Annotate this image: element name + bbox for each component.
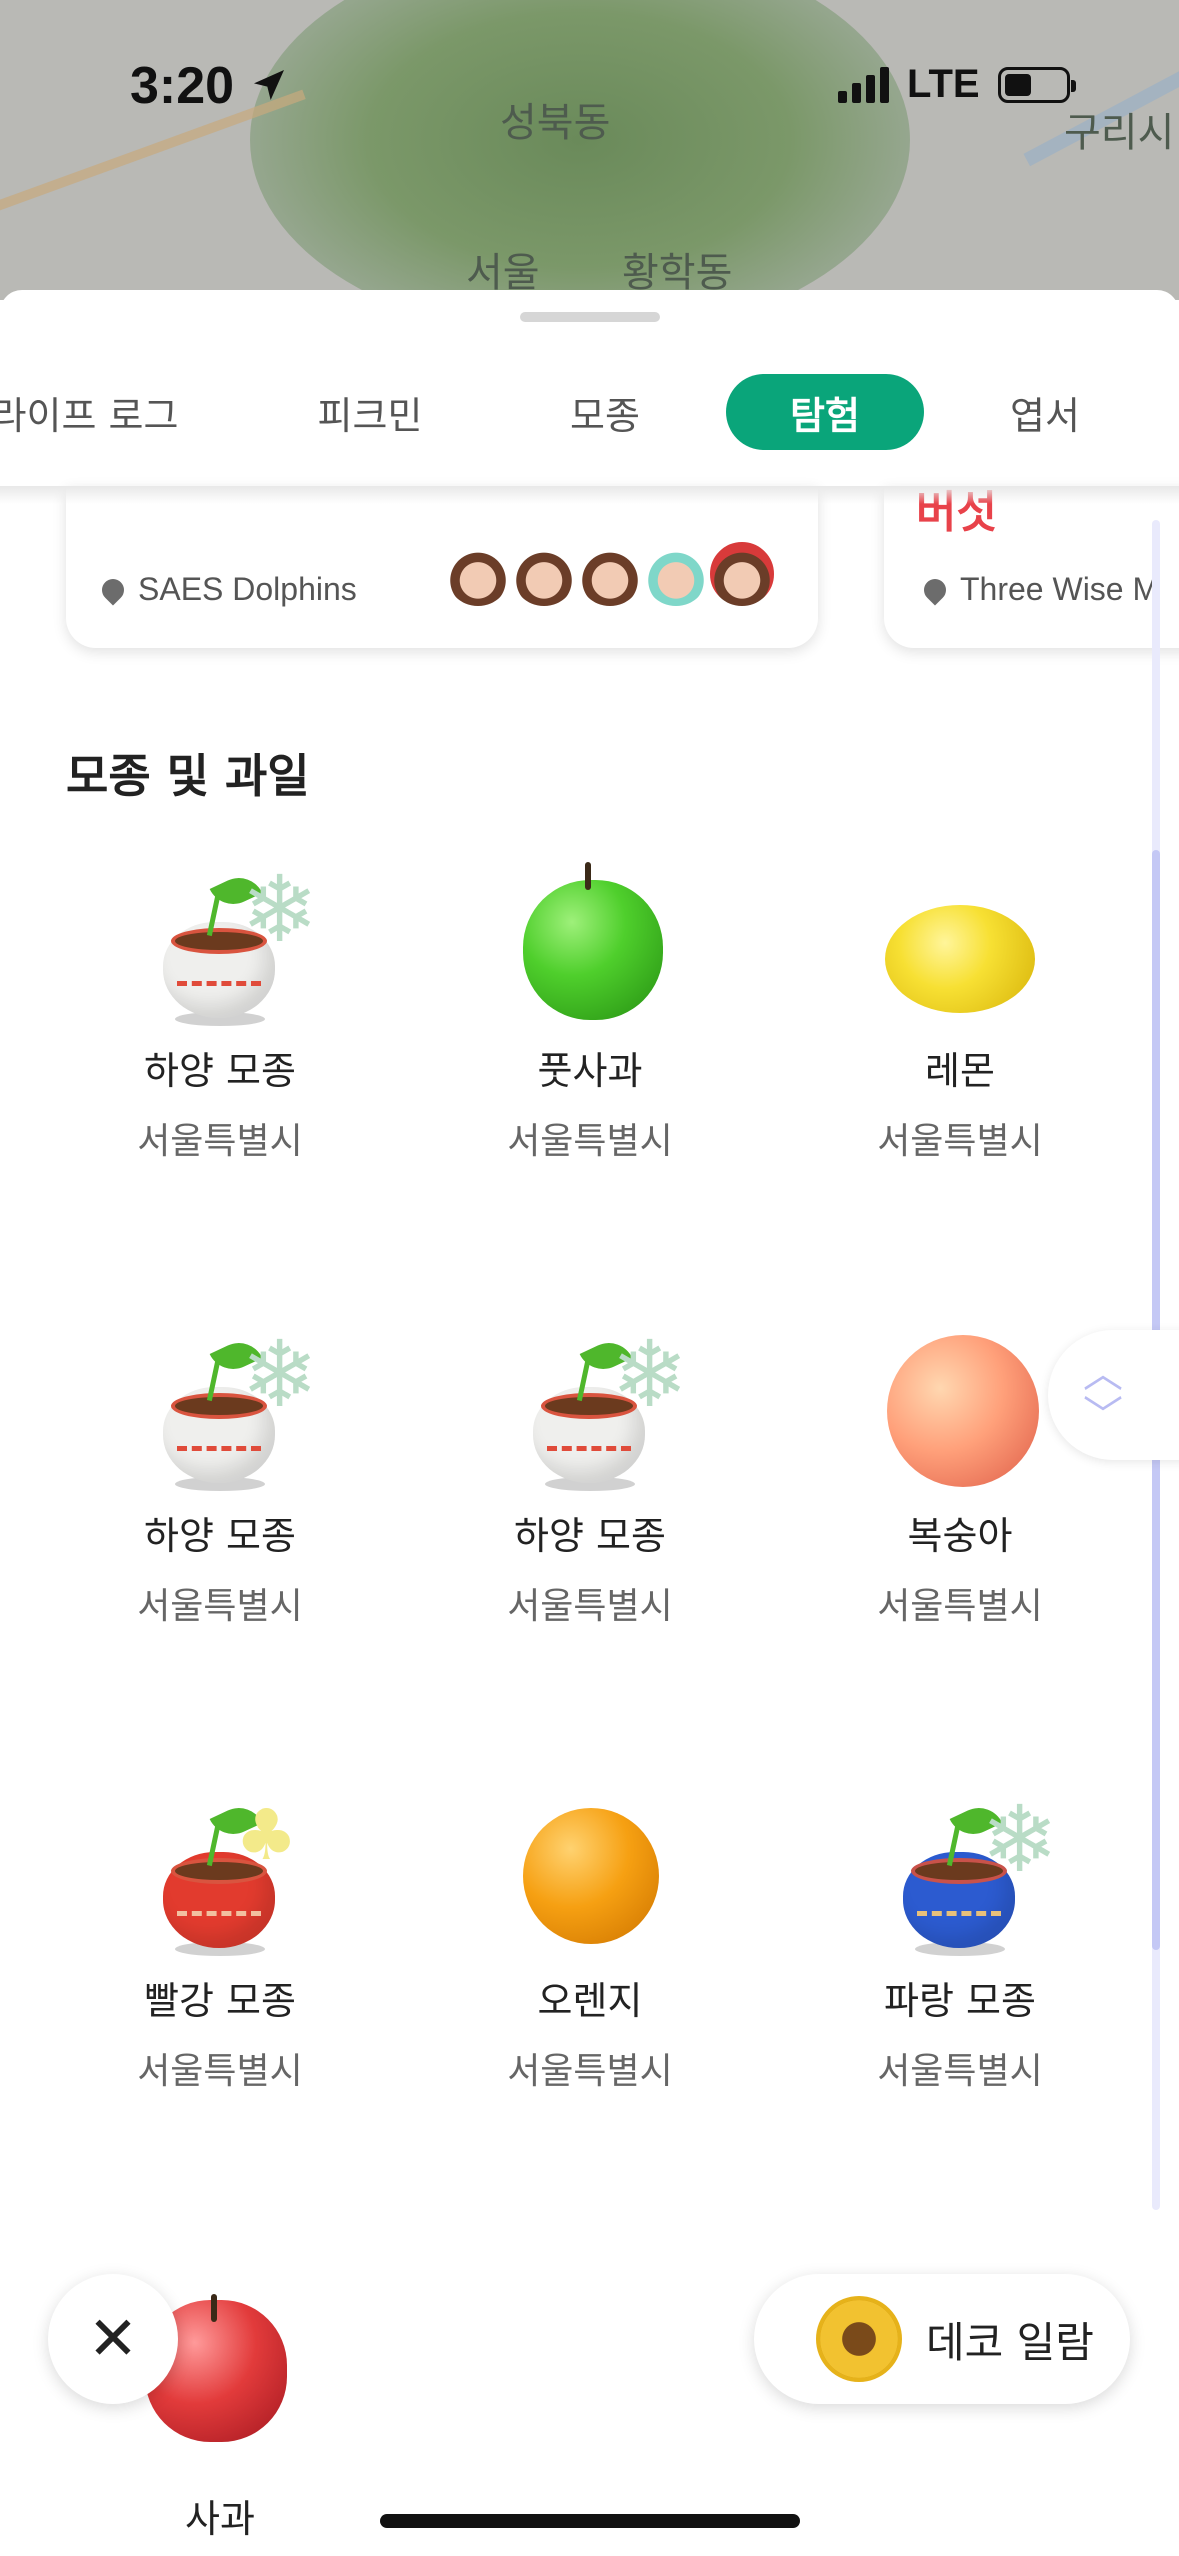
scroll-up-down-control[interactable]: ︿ ﹀ <box>1048 1330 1179 1460</box>
deco-list-button[interactable]: 데코 일람 <box>754 2274 1130 2404</box>
item-name: 복숭아 <box>907 1514 1013 1558</box>
map-label-seongbuk: 성북동 <box>500 100 611 146</box>
white-seedling-icon: ❄ <box>145 864 318 1026</box>
deco-list-label: 데코 일람 <box>926 2317 1094 2367</box>
snowflake-icon: ❄ <box>241 856 319 963</box>
red-seedling-icon: ♣ <box>145 1794 298 1956</box>
white-seedling-icon: ❄ <box>515 1329 688 1491</box>
carrier-label: LTE <box>907 62 980 106</box>
tab-bar-shadow <box>0 486 1179 504</box>
map-view[interactable]: 성북동 서울 황학동 구리시 3:20 LTE <box>0 0 1179 300</box>
tab-seedlings[interactable]: 모종 <box>540 374 670 450</box>
item-name: 하양 모종 <box>144 1514 296 1558</box>
avatar <box>574 538 646 610</box>
avatar <box>442 538 514 610</box>
tab-explore[interactable]: 탐험 <box>726 374 924 450</box>
tree-icon: ♣ <box>235 1794 298 1876</box>
location-pin-icon <box>97 573 129 606</box>
participant-avatars <box>442 538 778 610</box>
item-location: 서울특별시 <box>137 1121 303 1162</box>
tab-pikmin[interactable]: 피크민 <box>290 374 450 450</box>
item-location: 서울특별시 <box>507 1121 673 1162</box>
avatar <box>706 538 778 610</box>
event-card-mushroom[interactable]: 버섯 Three Wise M <box>884 486 1179 648</box>
item-location: 서울특별시 <box>877 2051 1043 2092</box>
event-card[interactable]: SAES Dolphins <box>66 486 818 648</box>
orange-icon <box>515 1800 665 1950</box>
item-name: 풋사과 <box>537 1049 643 1093</box>
status-time: 3:20 <box>130 56 289 116</box>
white-seedling-icon: ❄ <box>145 1329 318 1491</box>
decor-badge-icon <box>816 2296 902 2382</box>
item-name: 오렌지 <box>537 1979 643 2023</box>
item-location: 서울특별시 <box>137 1586 303 1627</box>
card-location-text: SAES Dolphins <box>138 571 357 607</box>
item-name: 파랑 모종 <box>884 1979 1036 2023</box>
snowflake-icon: ❄ <box>241 1321 319 1428</box>
chevron-up-icon[interactable]: ︿ <box>1083 1353 1123 1395</box>
blue-seedling-icon: ❄ <box>885 1794 1058 1956</box>
card-location: SAES Dolphins <box>97 571 357 608</box>
snowflake-icon: ❄ <box>611 1321 689 1428</box>
item-location: 서울특별시 <box>507 1586 673 1627</box>
map-park-area <box>250 0 910 300</box>
item-name: 하양 모종 <box>144 1049 296 1093</box>
card-location: Three Wise M <box>924 571 1179 608</box>
item-name: 하양 모종 <box>514 1514 666 1558</box>
peach-icon <box>885 1335 1039 1487</box>
close-icon: ✕ <box>87 2304 139 2374</box>
chevron-down-icon[interactable]: ﹀ <box>1083 1395 1123 1437</box>
avatar <box>508 538 580 610</box>
item-location: 서울특별시 <box>507 2051 673 2092</box>
status-indicators: LTE <box>838 62 1076 107</box>
item-location: 서울특별시 <box>877 1586 1043 1627</box>
close-button[interactable]: ✕ <box>48 2274 178 2404</box>
sheet-drag-handle[interactable] <box>520 312 660 322</box>
location-arrow-icon <box>253 70 284 100</box>
tab-bar: 라이프 로그 피크민 모종 탐험 엽서 <box>0 350 1179 460</box>
status-time-text: 3:20 <box>130 57 235 115</box>
item-location: 서울특별시 <box>877 1121 1043 1162</box>
tab-life-log[interactable]: 라이프 로그 <box>0 374 200 450</box>
battery-icon <box>997 66 1076 103</box>
item-name: 빨강 모종 <box>144 1979 296 2023</box>
avatar <box>640 538 712 610</box>
green-apple-icon <box>515 862 665 1020</box>
lemon-icon <box>885 870 1035 1020</box>
map-label-guri: 구리시 <box>1064 110 1175 156</box>
item-name: 사과 <box>185 2497 255 2541</box>
section-title: 모종 및 과일 <box>66 749 310 803</box>
signal-icon <box>838 66 889 103</box>
tab-postcards[interactable]: 엽서 <box>980 374 1110 450</box>
location-pin-icon <box>924 573 951 606</box>
snowflake-icon: ❄ <box>981 1786 1059 1893</box>
card-location-text: Three Wise M <box>960 571 1160 607</box>
home-indicator[interactable] <box>380 2514 800 2528</box>
item-location: 서울특별시 <box>137 2051 303 2092</box>
item-name: 레몬 <box>925 1049 995 1093</box>
